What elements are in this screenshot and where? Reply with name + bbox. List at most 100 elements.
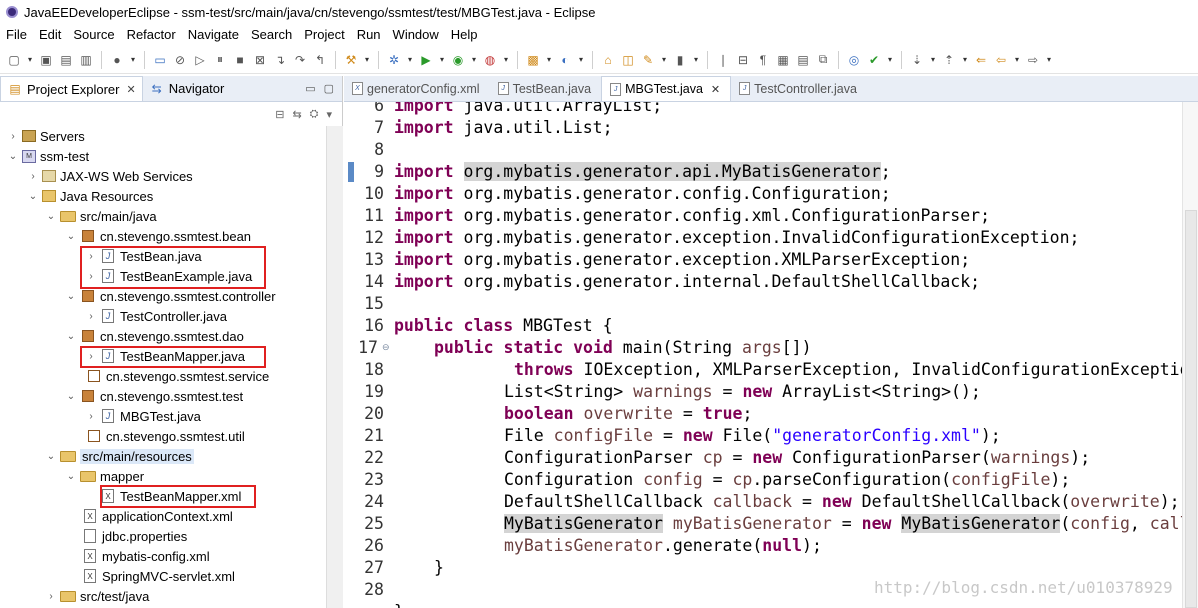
tree-item-jdbc-properties[interactable]: jdbc.properties [0, 526, 326, 546]
scrollbar-thumb[interactable] [1185, 210, 1197, 608]
external-tools-icon[interactable]: ◍ [482, 52, 498, 68]
menu-search[interactable]: Search [245, 27, 298, 42]
tab-testbean-java[interactable]: J TestBean.java [490, 76, 602, 101]
save-icon[interactable]: ▣ [38, 52, 54, 68]
search-icon[interactable]: ✎ [640, 52, 656, 68]
task-icon[interactable]: ✔ [866, 52, 882, 68]
tab-project-explorer[interactable]: ▤ Project Explorer ✕ [0, 76, 143, 101]
tree-item-src-main-resources[interactable]: ⌄ src/main/resources [0, 446, 326, 466]
chevron-down-icon[interactable]: ⌄ [64, 471, 78, 482]
new-icon[interactable]: ▢ [6, 52, 22, 68]
word-wrap-icon[interactable]: ▤ [795, 52, 811, 68]
new-dropdown-icon[interactable]: ▾ [26, 52, 34, 68]
tab-testcontroller-java[interactable]: J TestController.java [731, 76, 867, 101]
remove-icon[interactable]: ⊘ [172, 52, 188, 68]
chevron-right-icon[interactable]: › [6, 131, 20, 142]
tree-item-src-test-java[interactable]: › src/test/java [0, 586, 326, 606]
maximize-icon[interactable]: ▢ [324, 82, 334, 95]
build-dropdown-icon[interactable]: ▾ [363, 52, 371, 68]
previous-annotation-dropdown-icon[interactable]: ▾ [961, 52, 969, 68]
save-all-icon[interactable]: ▤ [58, 52, 74, 68]
collapse-all-icon[interactable]: ⊟ [275, 108, 284, 121]
menu-run[interactable]: Run [351, 27, 387, 42]
chevron-down-icon[interactable]: ⌄ [44, 451, 58, 462]
debug-dropdown-icon[interactable]: ▾ [406, 52, 414, 68]
menu-source[interactable]: Source [67, 27, 120, 42]
menu-edit[interactable]: Edit [33, 27, 67, 42]
view-menu-icon[interactable]: ▾ [326, 108, 332, 121]
chevron-down-icon[interactable]: ⌄ [64, 391, 78, 402]
tree-item-springmvc-servlet-xml[interactable]: X SpringMVC-servlet.xml [0, 566, 326, 586]
open-resource-icon[interactable]: ◫ [620, 52, 636, 68]
terminate-icon[interactable]: ■ [232, 52, 248, 68]
close-icon[interactable]: ✕ [126, 83, 135, 96]
tree-item-package-bean[interactable]: ⌄ cn.stevengo.ssmtest.bean [0, 226, 326, 246]
forward-icon[interactable]: ⇨ [1025, 52, 1041, 68]
tree-item-ssm-test[interactable]: ⌄ M ssm-test [0, 146, 326, 166]
new-server-dropdown-icon[interactable]: ▾ [545, 52, 553, 68]
skip-breakpoints-icon[interactable]: ● [109, 52, 125, 68]
new-server-icon[interactable]: ▩ [525, 52, 541, 68]
explorer-scrollbar[interactable] [326, 126, 343, 608]
prev-annotation-icon[interactable]: ⊟ [735, 52, 751, 68]
tree-item-mbgtest-java[interactable]: › J MBGTest.java [0, 406, 326, 426]
search-dropdown-icon[interactable]: ▾ [660, 52, 668, 68]
forward-dropdown-icon[interactable]: ▾ [1045, 52, 1053, 68]
close-icon[interactable]: ✕ [711, 83, 720, 96]
external-tools-dropdown-icon[interactable]: ▾ [502, 52, 510, 68]
menu-file[interactable]: File [0, 27, 33, 42]
tree-item-src-main-java[interactable]: ⌄ src/main/java [0, 206, 326, 226]
editor-scrollbar[interactable] [1182, 102, 1198, 608]
chevron-down-icon[interactable]: ⌄ [44, 211, 58, 222]
tree-item-java-resources[interactable]: ⌄ Java Resources [0, 186, 326, 206]
chevron-right-icon[interactable]: › [26, 171, 40, 182]
tree-item-package-dao[interactable]: ⌄ cn.stevengo.ssmtest.dao [0, 326, 326, 346]
code-editor[interactable]: 6 7 8 9 10 11 12 13 14 15 16 17 ⊖ 18 19 … [344, 102, 1198, 608]
step-return-icon[interactable]: ↰ [312, 52, 328, 68]
build-icon[interactable]: ⚒ [343, 52, 359, 68]
chevron-down-icon[interactable]: ⌄ [64, 231, 78, 242]
annotation-icon[interactable]: ❘ [715, 52, 731, 68]
filter-icon[interactable]: ⛭ [310, 108, 319, 121]
resume-icon[interactable]: ▷ [192, 52, 208, 68]
link-editor-icon[interactable]: ⇆ [292, 108, 301, 121]
open-type-icon[interactable]: ⌂ [600, 52, 616, 68]
coverage-icon[interactable]: ◉ [450, 52, 466, 68]
new-class-dropdown-icon[interactable]: ▾ [577, 52, 585, 68]
chevron-down-icon[interactable]: ⌄ [26, 191, 40, 202]
chevron-right-icon[interactable]: › [84, 411, 98, 422]
next-annotation-icon[interactable]: ⇣ [909, 52, 925, 68]
tab-navigator[interactable]: ⇆ Navigator [143, 76, 231, 101]
back-dropdown-icon[interactable]: ▾ [1013, 52, 1021, 68]
last-edit-icon[interactable]: ⇐ [973, 52, 989, 68]
suspend-icon[interactable]: ⏸ [212, 52, 228, 68]
tree-item-package-controller[interactable]: ⌄ cn.stevengo.ssmtest.controller [0, 286, 326, 306]
tab-mbgtest-java[interactable]: J MBGTest.java ✕ [601, 76, 732, 101]
console-icon[interactable]: ▭ [152, 52, 168, 68]
block-select-icon[interactable]: ▦ [775, 52, 791, 68]
menu-window[interactable]: Window [387, 27, 445, 42]
back-icon[interactable]: ⇦ [993, 52, 1009, 68]
pin-editor-icon[interactable]: ⧉ [815, 52, 831, 68]
toggle-mark-icon[interactable]: ▮ [672, 52, 688, 68]
tree-item-package-test[interactable]: ⌄ cn.stevengo.ssmtest.test [0, 386, 326, 406]
menu-navigate[interactable]: Navigate [182, 27, 245, 42]
chevron-down-icon[interactable]: ⌄ [64, 331, 78, 342]
code-text[interactable]: import java.util.ArrayList; import java.… [388, 102, 1182, 608]
print-icon[interactable]: ▥ [78, 52, 94, 68]
coverage-dropdown-icon[interactable]: ▾ [470, 52, 478, 68]
tree-item-mybatis-config-xml[interactable]: X mybatis-config.xml [0, 546, 326, 566]
tree-item-servers[interactable]: › Servers [0, 126, 326, 146]
minimize-icon[interactable]: ▭ [305, 82, 315, 95]
new-java-class-icon[interactable]: ◐ [557, 52, 573, 68]
previous-annotation-icon[interactable]: ⇡ [941, 52, 957, 68]
run-icon[interactable]: ▶ [418, 52, 434, 68]
chevron-down-icon[interactable]: ⌄ [6, 151, 20, 162]
web-browser-icon[interactable]: ◎ [846, 52, 862, 68]
tree-item-testcontroller-java[interactable]: › J TestController.java [0, 306, 326, 326]
disconnect-icon[interactable]: ⊠ [252, 52, 268, 68]
step-over-icon[interactable]: ↷ [292, 52, 308, 68]
step-into-icon[interactable]: ↴ [272, 52, 288, 68]
debug-icon[interactable]: ✲ [386, 52, 402, 68]
show-whitespace-icon[interactable]: ¶ [755, 52, 771, 68]
